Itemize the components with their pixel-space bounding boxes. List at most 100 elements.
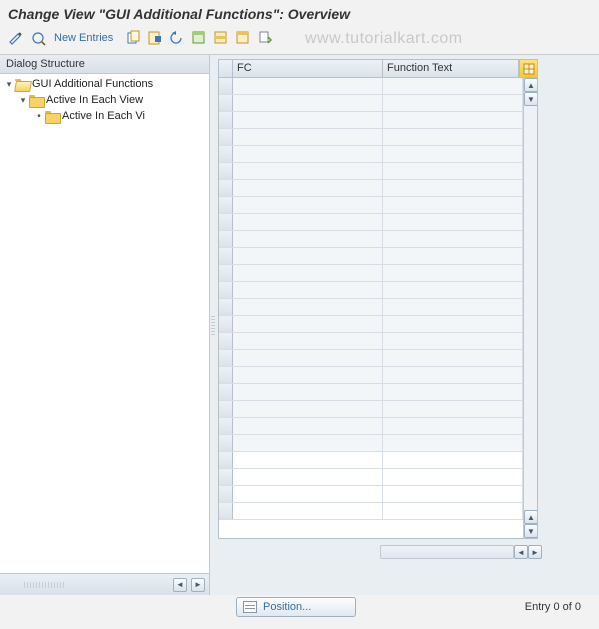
select-block-icon[interactable] bbox=[211, 28, 231, 48]
cell-function-text[interactable] bbox=[383, 486, 523, 502]
row-header[interactable] bbox=[219, 503, 233, 519]
table-row[interactable] bbox=[219, 282, 523, 299]
table-row[interactable] bbox=[219, 350, 523, 367]
row-header[interactable] bbox=[219, 265, 233, 281]
cell-function-text[interactable] bbox=[383, 418, 523, 434]
cell-fc[interactable] bbox=[233, 503, 383, 519]
cell-function-text[interactable] bbox=[383, 350, 523, 366]
scroll-left-button[interactable]: ◄ bbox=[173, 578, 187, 592]
row-header[interactable] bbox=[219, 299, 233, 315]
table-row[interactable] bbox=[219, 265, 523, 282]
cell-function-text[interactable] bbox=[383, 299, 523, 315]
row-header[interactable] bbox=[219, 367, 233, 383]
table-row[interactable] bbox=[219, 486, 523, 503]
cell-fc[interactable] bbox=[233, 180, 383, 196]
table-row[interactable] bbox=[219, 401, 523, 418]
table-row[interactable] bbox=[219, 299, 523, 316]
vertical-scrollbar[interactable]: ▲ ▼ ▲ ▼ bbox=[523, 78, 537, 538]
copy-as-icon[interactable] bbox=[123, 28, 143, 48]
cell-function-text[interactable] bbox=[383, 384, 523, 400]
select-all-icon[interactable] bbox=[189, 28, 209, 48]
cell-fc[interactable] bbox=[233, 316, 383, 332]
row-header[interactable] bbox=[219, 401, 233, 417]
cell-fc[interactable] bbox=[233, 418, 383, 434]
cell-function-text[interactable] bbox=[383, 197, 523, 213]
cell-fc[interactable] bbox=[233, 384, 383, 400]
other-view-icon[interactable] bbox=[28, 28, 48, 48]
scroll-down-button[interactable]: ▼ bbox=[524, 524, 537, 538]
collapse-icon[interactable]: ▾ bbox=[4, 79, 14, 90]
hscroll-track[interactable] bbox=[380, 545, 514, 559]
table-row[interactable] bbox=[219, 469, 523, 486]
cell-fc[interactable] bbox=[233, 129, 383, 145]
row-header[interactable] bbox=[219, 316, 233, 332]
table-row[interactable] bbox=[219, 163, 523, 180]
table-row[interactable] bbox=[219, 435, 523, 452]
cell-function-text[interactable] bbox=[383, 469, 523, 485]
row-header[interactable] bbox=[219, 350, 233, 366]
new-entries-button[interactable]: New Entries bbox=[50, 32, 121, 44]
cell-function-text[interactable] bbox=[383, 282, 523, 298]
print-icon[interactable] bbox=[255, 28, 275, 48]
cell-function-text[interactable] bbox=[383, 78, 523, 94]
cell-function-text[interactable] bbox=[383, 214, 523, 230]
cell-function-text[interactable] bbox=[383, 129, 523, 145]
cell-function-text[interactable] bbox=[383, 265, 523, 281]
cell-fc[interactable] bbox=[233, 435, 383, 451]
cell-fc[interactable] bbox=[233, 333, 383, 349]
row-header[interactable] bbox=[219, 418, 233, 434]
cell-function-text[interactable] bbox=[383, 112, 523, 128]
cell-fc[interactable] bbox=[233, 214, 383, 230]
table-row[interactable] bbox=[219, 418, 523, 435]
cell-function-text[interactable] bbox=[383, 180, 523, 196]
deselect-all-icon[interactable] bbox=[233, 28, 253, 48]
cell-function-text[interactable] bbox=[383, 231, 523, 247]
scroll-up-button[interactable]: ▲ bbox=[524, 510, 537, 524]
collapse-icon[interactable]: ▾ bbox=[18, 95, 28, 106]
cell-function-text[interactable] bbox=[383, 503, 523, 519]
cell-fc[interactable] bbox=[233, 367, 383, 383]
delete-icon[interactable] bbox=[145, 28, 165, 48]
tree-node-active-in-each-view-leaf[interactable]: • Active In Each Vi bbox=[0, 108, 209, 124]
cell-fc[interactable] bbox=[233, 146, 383, 162]
table-row[interactable] bbox=[219, 367, 523, 384]
cell-fc[interactable] bbox=[233, 282, 383, 298]
cell-fc[interactable] bbox=[233, 299, 383, 315]
cell-function-text[interactable] bbox=[383, 163, 523, 179]
row-header[interactable] bbox=[219, 486, 233, 502]
row-header[interactable] bbox=[219, 95, 233, 111]
row-header[interactable] bbox=[219, 452, 233, 468]
scroll-up-button[interactable]: ▲ bbox=[524, 78, 537, 92]
toggle-display-change-icon[interactable] bbox=[6, 28, 26, 48]
cell-fc[interactable] bbox=[233, 112, 383, 128]
table-row[interactable] bbox=[219, 180, 523, 197]
cell-fc[interactable] bbox=[233, 469, 383, 485]
scroll-left-button[interactable]: ◄ bbox=[514, 545, 528, 559]
table-row[interactable] bbox=[219, 316, 523, 333]
cell-fc[interactable] bbox=[233, 197, 383, 213]
row-header[interactable] bbox=[219, 231, 233, 247]
cell-fc[interactable] bbox=[233, 350, 383, 366]
table-row[interactable] bbox=[219, 333, 523, 350]
table-row[interactable] bbox=[219, 384, 523, 401]
cell-fc[interactable] bbox=[233, 95, 383, 111]
scroll-track[interactable] bbox=[524, 106, 537, 510]
table-row[interactable] bbox=[219, 112, 523, 129]
scroll-right-button[interactable]: ► bbox=[528, 545, 542, 559]
table-row[interactable] bbox=[219, 197, 523, 214]
cell-function-text[interactable] bbox=[383, 316, 523, 332]
cell-fc[interactable] bbox=[233, 231, 383, 247]
cell-function-text[interactable] bbox=[383, 435, 523, 451]
undo-change-icon[interactable] bbox=[167, 28, 187, 48]
position-button[interactable]: Position... bbox=[236, 597, 356, 617]
cell-fc[interactable] bbox=[233, 401, 383, 417]
cell-function-text[interactable] bbox=[383, 95, 523, 111]
table-row[interactable] bbox=[219, 78, 523, 95]
table-row[interactable] bbox=[219, 214, 523, 231]
table-row[interactable] bbox=[219, 248, 523, 265]
tree-node-active-in-each-view[interactable]: ▾ Active In Each View bbox=[0, 92, 209, 108]
cell-fc[interactable] bbox=[233, 163, 383, 179]
row-header[interactable] bbox=[219, 197, 233, 213]
row-header-corner[interactable] bbox=[219, 60, 233, 77]
resize-grip-icon[interactable] bbox=[24, 582, 64, 588]
